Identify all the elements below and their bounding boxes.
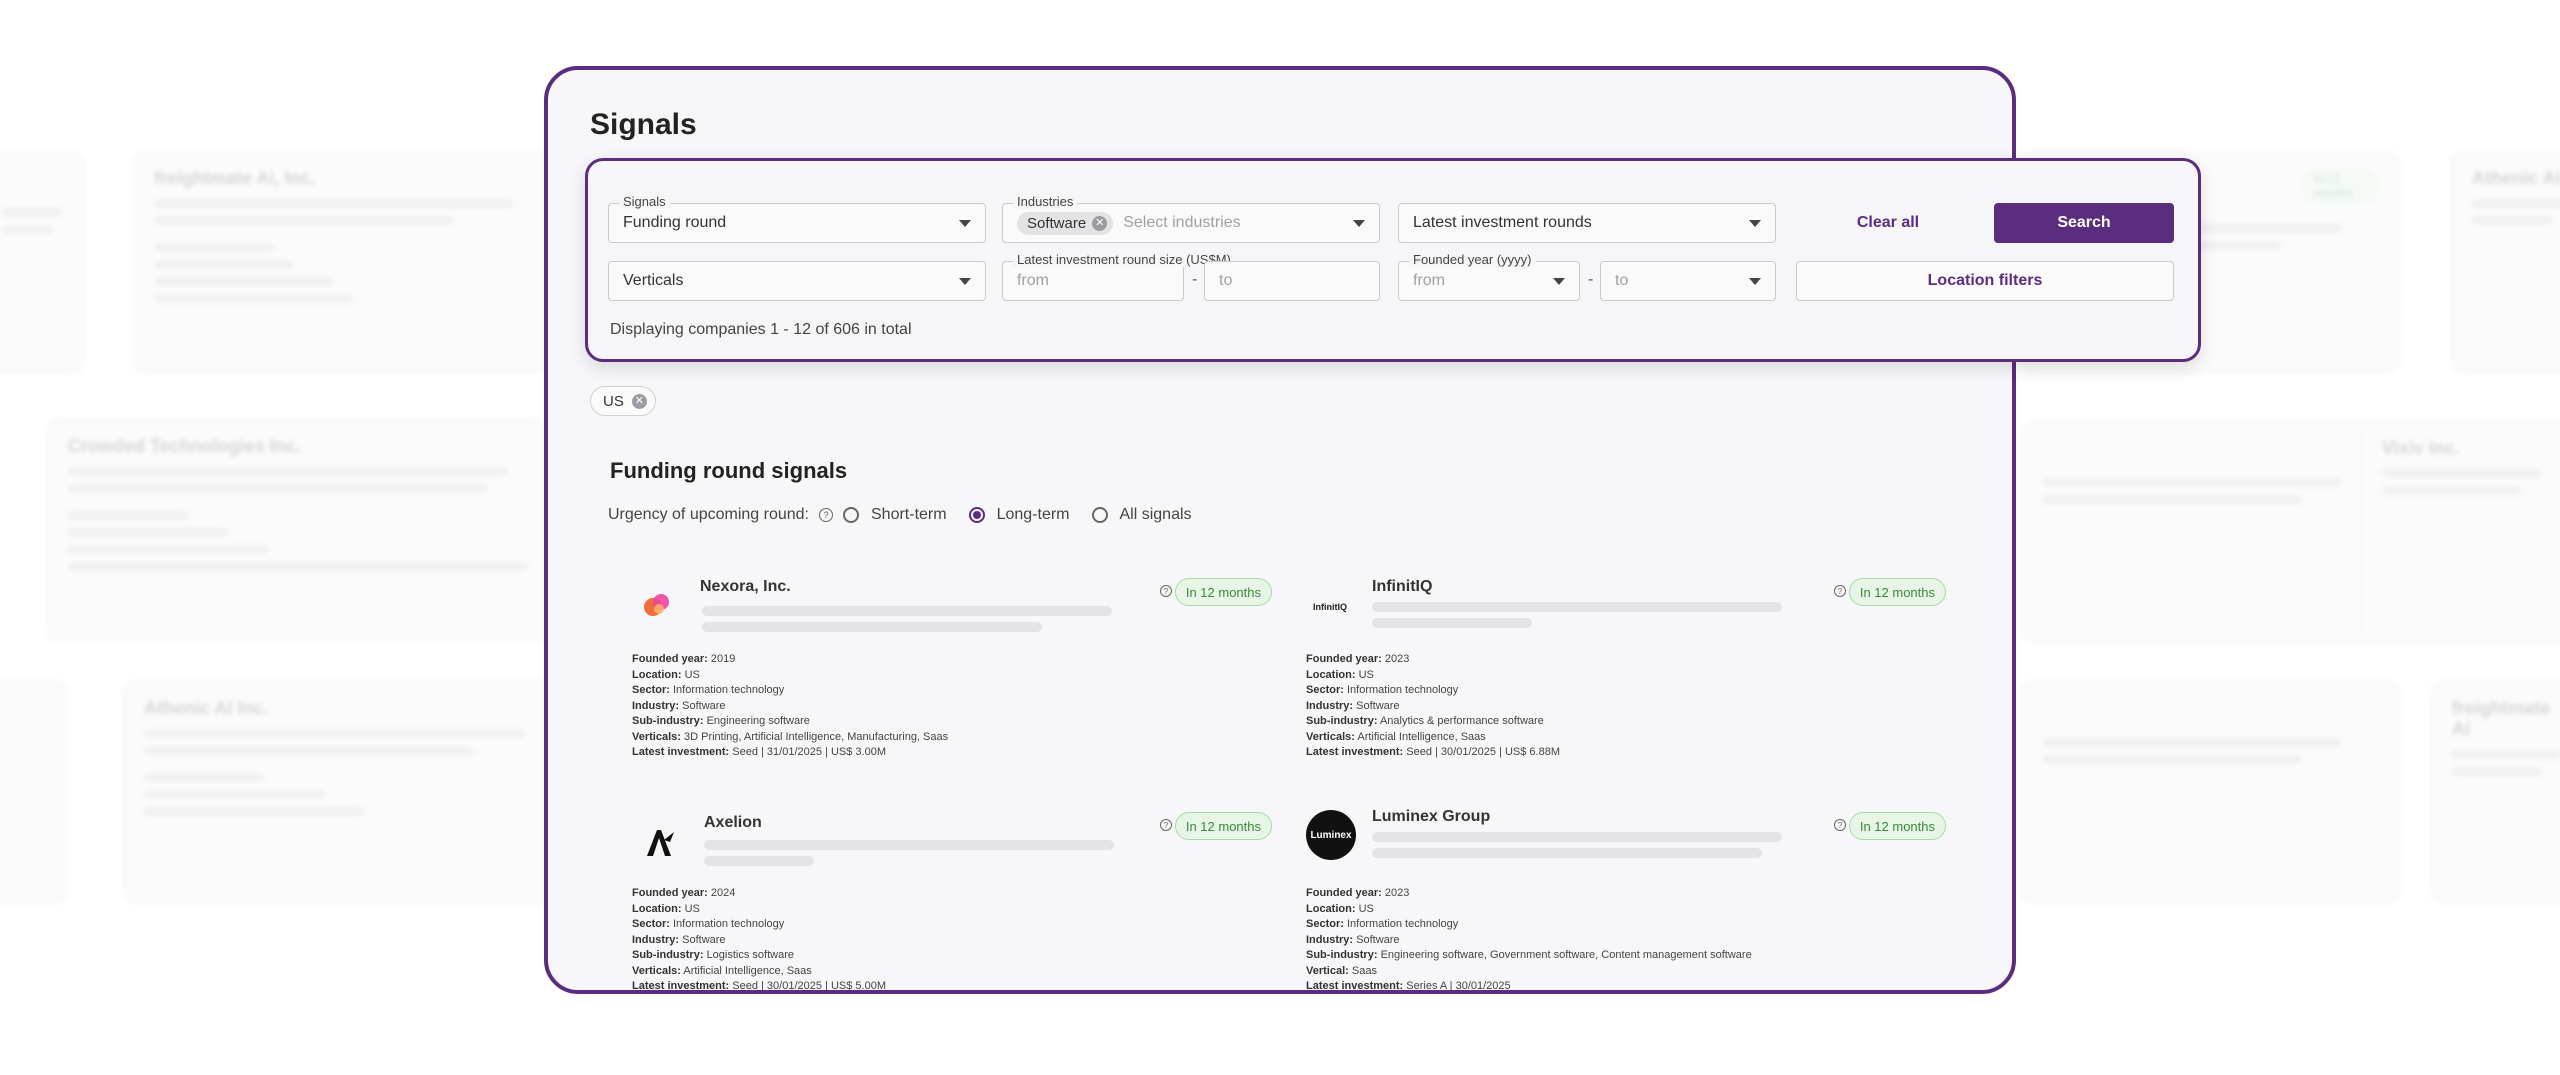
search-button[interactable]: Search [1994, 203, 2174, 243]
chevron-down-icon [959, 219, 971, 227]
description-placeholder [1372, 602, 1782, 612]
location-filters-button[interactable]: Location filters [1796, 261, 2174, 301]
round-size-from-input[interactable]: Latest investment round size (US$M) from [1002, 252, 1235, 301]
help-icon[interactable]: ? [1834, 819, 1846, 831]
industries-placeholder: Select industries [1123, 214, 1241, 231]
bg-card [0, 680, 68, 904]
section-title: Funding round signals [610, 458, 848, 483]
company-details: Founded year: 2023 Location: US Sector: … [1306, 653, 1560, 758]
description-placeholder [1372, 618, 1532, 628]
location-chip-label: US [603, 392, 624, 410]
round-size-to-placeholder: to [1219, 272, 1233, 289]
founded-year-from: from [1413, 272, 1445, 289]
round-size-label: Latest investment round size (US$M) [1013, 252, 1235, 267]
round-size-to-input[interactable]: to [1204, 261, 1380, 301]
company-logo: InfinitIQ [1313, 602, 1347, 612]
location-chip: US ✕ [590, 386, 656, 416]
industry-chip-label: Software [1027, 214, 1087, 232]
radio-label: All signals [1119, 506, 1192, 523]
urgency-selector: Urgency of upcoming round: ? Short-term … [608, 506, 1214, 524]
axelion-logo-icon [647, 830, 676, 856]
filter-panel: Signals Funding round Industries Softwar… [585, 158, 2201, 362]
company-details: Founded year: 2023 Location: US Sector: … [1306, 887, 1752, 992]
bg-card [2020, 680, 2400, 904]
range-dash: - [1192, 271, 1198, 288]
help-icon[interactable]: ? [819, 508, 833, 522]
company-name[interactable]: Nexora, Inc. [700, 578, 791, 596]
company-logo [632, 580, 682, 630]
signal-badge: In 12 months [1848, 578, 1946, 606]
signals-value: Funding round [623, 214, 727, 231]
company-card[interactable]: Axelion ? In 12 months Founded year: 202… [632, 812, 1272, 1024]
remove-chip-icon[interactable]: ✕ [1092, 215, 1108, 231]
bg-card: freightmate Ai, Inc. [132, 150, 552, 374]
signal-badge: In 12 months [1848, 812, 1946, 840]
round-size-from-placeholder: from [1017, 272, 1049, 289]
radio-short-term[interactable]: Short-term [843, 506, 947, 524]
company-name[interactable]: Luminex Group [1372, 808, 1490, 826]
bg-card: Athenic AI [2450, 150, 2560, 374]
company-logo: Luminex [1306, 810, 1356, 860]
urgency-label: Urgency of upcoming round: [608, 506, 809, 523]
chevron-down-icon [1749, 277, 1761, 285]
company-details: Founded year: 2024 Location: US Sector: … [632, 887, 886, 992]
chevron-down-icon [1749, 219, 1761, 227]
founded-year-to: to [1615, 272, 1629, 289]
chevron-down-icon [1353, 219, 1365, 227]
verticals-select[interactable]: Verticals [608, 261, 986, 301]
radio-label: Long-term [996, 506, 1070, 523]
help-icon[interactable]: ? [1160, 585, 1172, 597]
range-dash: - [1588, 271, 1594, 288]
chevron-down-icon [959, 277, 971, 285]
radio-long-term[interactable]: Long-term [968, 506, 1070, 524]
description-placeholder [702, 606, 1112, 616]
company-name[interactable]: InfinitIQ [1372, 578, 1432, 596]
help-icon[interactable]: ? [1834, 585, 1846, 597]
description-placeholder [1372, 832, 1782, 842]
company-logo [636, 818, 686, 868]
founded-year-from-select[interactable]: Founded year (yyyy) from [1398, 252, 1580, 301]
industries-label: Industries [1013, 194, 1078, 209]
company-card[interactable]: Luminex Luminex Group ? In 12 months Fou… [1306, 808, 1946, 1020]
industry-chip: Software ✕ [1017, 211, 1114, 235]
latest-rounds-value: Latest investment rounds [1413, 214, 1592, 231]
nexora-logo-icon [644, 594, 669, 616]
description-placeholder [704, 856, 814, 866]
signals-label: Signals [619, 194, 670, 209]
industries-select[interactable]: Industries Software ✕ Select industries [1002, 194, 1380, 243]
results-count: Displaying companies 1 - 12 of 606 in to… [610, 321, 912, 338]
description-placeholder [704, 840, 1114, 850]
remove-chip-icon[interactable]: ✕ [631, 393, 647, 409]
signal-badge: In 12 months [1174, 578, 1272, 606]
bg-card: Athenic AI Inc. [122, 680, 552, 904]
chevron-down-icon [1553, 277, 1565, 285]
company-details: Founded year: 2019 Location: US Sector: … [632, 653, 949, 758]
description-placeholder [1372, 848, 1762, 858]
bg-card: Crowded Technologies Inc. [46, 418, 546, 642]
clear-all-button[interactable]: Clear all [1788, 203, 1988, 243]
help-icon[interactable]: ? [1160, 819, 1172, 831]
founded-year-to-select[interactable]: to [1600, 261, 1776, 301]
bg-card: Vixiv Inc. [2360, 420, 2560, 644]
company-name[interactable]: Axelion [704, 814, 762, 832]
radio-all-signals[interactable]: All signals [1091, 506, 1192, 524]
bg-card [0, 150, 85, 374]
company-card[interactable]: Nexora, Inc. ? In 12 months Founded year… [632, 578, 1272, 790]
company-card[interactable]: InfinitIQ InfinitIQ ? In 12 months Found… [1306, 578, 1946, 790]
description-placeholder [702, 622, 1042, 632]
radio-button[interactable] [843, 507, 859, 523]
page-title: Signals [590, 108, 697, 141]
radio-label: Short-term [871, 506, 947, 523]
verticals-value: Verticals [623, 272, 684, 289]
signal-badge: In 12 months [1174, 812, 1272, 840]
founded-year-label: Founded year (yyyy) [1409, 252, 1536, 267]
radio-button[interactable] [1091, 507, 1108, 523]
bg-card: freightmate Ai [2430, 680, 2560, 904]
latest-rounds-select[interactable]: Latest investment rounds [1398, 203, 1776, 243]
signals-select[interactable]: Signals Funding round [608, 194, 986, 243]
bg-card [2020, 420, 2380, 644]
radio-button-selected[interactable] [968, 507, 985, 523]
